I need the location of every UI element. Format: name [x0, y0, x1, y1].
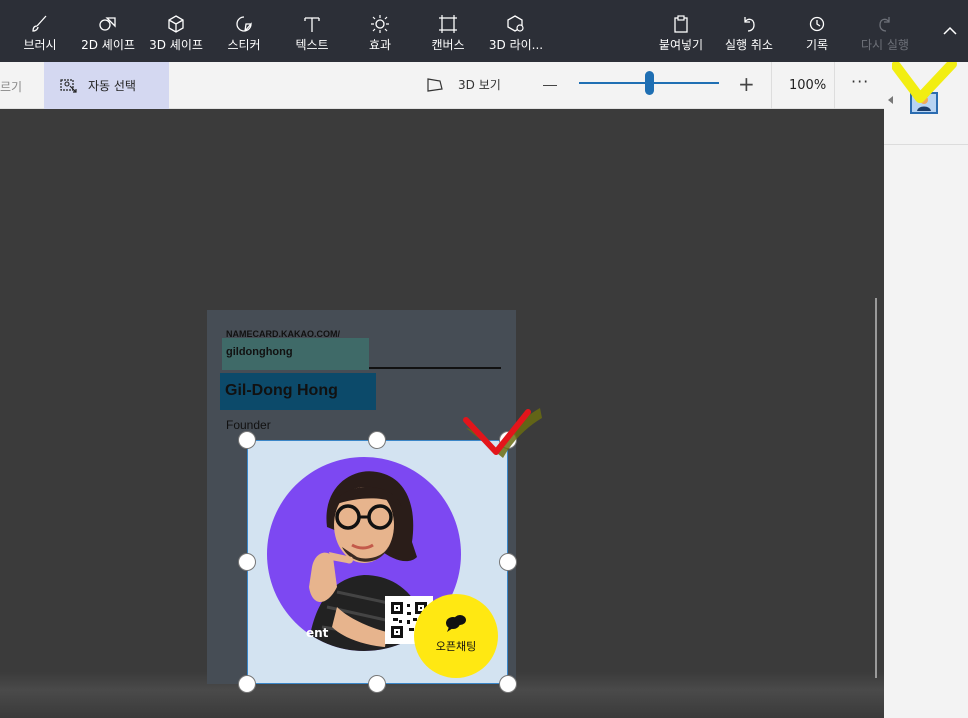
resize-handle-right[interactable] [499, 553, 517, 571]
vertical-scrollbar[interactable] [875, 298, 877, 678]
history-icon [809, 16, 825, 32]
underline [369, 367, 501, 369]
open-chat-badge: 오픈채팅 [414, 594, 498, 678]
canvas-icon [439, 15, 457, 33]
view-3d-toggle[interactable]: 3D 보기 [426, 76, 501, 93]
namecard-name: Gil-Dong Hong [225, 382, 338, 399]
divider [771, 62, 772, 109]
3d-shapes-icon [168, 15, 184, 33]
sticker-icon [236, 16, 252, 32]
action-label: 기록 [805, 38, 829, 52]
collapse-toolbar-icon[interactable] [942, 25, 958, 35]
divider [834, 62, 835, 109]
main-toolbar: 브러시 2D 셰이프 3D 셰이프 스티커 텍스트 효과 캔버스 3D 라이..… [0, 0, 968, 62]
resize-handle-left[interactable] [238, 553, 256, 571]
auto-select-label: 자동 선택 [88, 79, 136, 93]
effects-icon [371, 15, 389, 33]
chat-bubble-icon [446, 615, 466, 632]
checkmark-annotation-icon [463, 408, 542, 458]
watermark-text: ent [306, 626, 329, 640]
tool-label: 3D 라이... [488, 38, 544, 52]
namecard-role: Founder [226, 418, 271, 432]
paste-icon [674, 15, 688, 33]
selection-box[interactable]: ent 오픈채팅 [247, 440, 508, 684]
tool-label: 효과 [368, 38, 392, 52]
action-label: 실행 취소 [725, 38, 773, 52]
divider [884, 144, 968, 145]
zoom-slider-thumb[interactable] [644, 71, 654, 95]
yellow-annotation-icon [892, 62, 957, 103]
tool-label: 스티커 [227, 38, 261, 52]
action-label: 붙여넣기 [658, 38, 704, 52]
auto-select-button[interactable]: 자동 선택 [44, 62, 169, 109]
tool-label: 3D 셰이프 [149, 38, 203, 52]
brush-icon [32, 15, 47, 32]
3d-library-icon [507, 15, 524, 32]
zoom-in-button[interactable]: + [738, 74, 755, 94]
tool-label: 텍스트 [295, 38, 329, 52]
zoom-out-button[interactable] [543, 85, 557, 86]
resize-handle-bottom-left[interactable] [238, 675, 256, 693]
resize-handle-top-left[interactable] [238, 431, 256, 449]
redo-button[interactable]: 다시 실행 [845, 14, 925, 53]
zoom-percent[interactable]: 100% [789, 78, 826, 93]
tool-label: 2D 셰이프 [81, 38, 135, 52]
resize-handle-bottom-right[interactable] [499, 675, 517, 693]
redo-icon [879, 17, 890, 32]
more-options-button[interactable]: ··· [851, 72, 869, 91]
namecard-url: NAMECARD.KAKAO.COM/ [226, 329, 340, 339]
view-3d-label: 3D 보기 [458, 78, 501, 92]
2d-shapes-icon [99, 17, 116, 31]
undo-icon [744, 17, 755, 32]
side-panel [884, 62, 968, 718]
tool-label: 브러시 [23, 38, 57, 52]
text-icon [304, 17, 320, 32]
3d-library-tool-button[interactable]: 3D 라이... [476, 14, 556, 53]
action-label: 다시 실행 [861, 38, 909, 52]
namecard-handle: gildonghong [226, 346, 293, 358]
crop-button-label[interactable]: 르기 [0, 78, 22, 95]
auto-select-icon [60, 78, 77, 93]
resize-handle-top[interactable] [368, 431, 386, 449]
resize-handle-bottom[interactable] [368, 675, 386, 693]
view-3d-icon [427, 77, 443, 92]
tool-label: 캔버스 [431, 38, 465, 52]
open-chat-label: 오픈채팅 [435, 640, 477, 653]
